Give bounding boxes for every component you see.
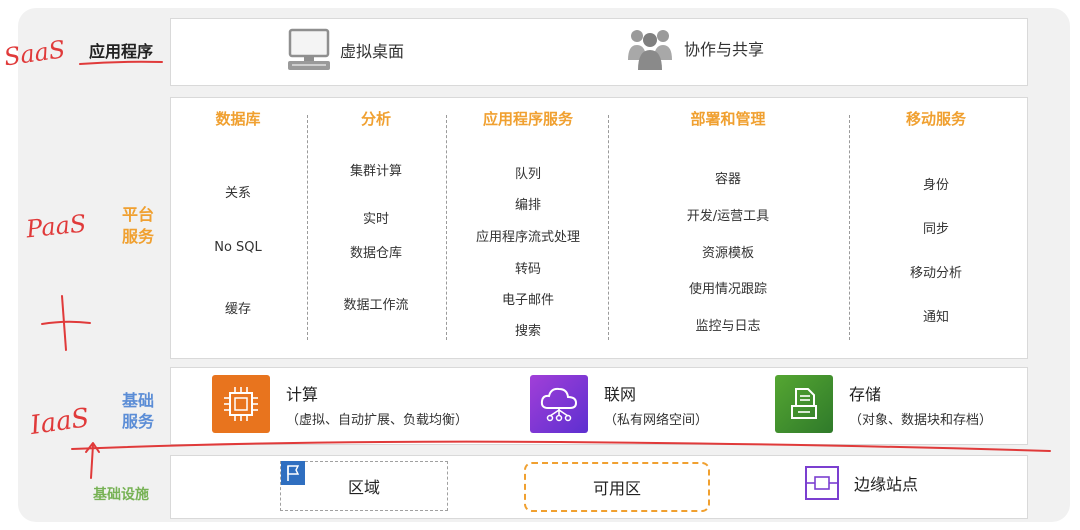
app-services-column-title: 应用程序服务 [482, 110, 573, 128]
virtual-desktop-label: 虚拟桌面 [340, 42, 405, 61]
column-item: 数据工作流 [343, 298, 409, 313]
storage-bucket-icon [791, 388, 817, 419]
people-group-icon [628, 30, 672, 70]
column-item: 移动分析 [909, 266, 962, 281]
networking-sub: （私有网络空间） [604, 412, 709, 428]
edge-location-item: 边缘站点 [804, 465, 918, 501]
column-item: 资源模板 [701, 246, 754, 261]
column-item: 编排 [514, 198, 541, 213]
storage-text: 存储 （对象、数据块和存档） [849, 381, 992, 428]
column-item: 数据仓库 [349, 246, 402, 261]
column-item: 队列 [514, 167, 541, 182]
networking-text: 联网 （私有网络空间） [604, 381, 708, 428]
column-divider [608, 115, 609, 340]
column-item: 身份 [922, 178, 949, 193]
column-item: 搜索 [514, 324, 541, 339]
paas-label-line1: 平台 [121, 205, 154, 224]
region-label: 区域 [347, 478, 380, 497]
column-item: 集群计算 [349, 164, 402, 179]
paas-label-line2: 服务 [121, 227, 154, 246]
infra-row-label: 基础设施 [93, 487, 149, 503]
column-item: 实时 [362, 212, 389, 227]
iaas-label-line2: 服务 [121, 412, 154, 431]
storage-name: 存储 [849, 384, 882, 404]
collaboration-item: 协作与共享 [626, 26, 764, 70]
column-item: 监控与日志 [695, 319, 761, 334]
storage-tile [775, 375, 833, 433]
column-item: 关系 [224, 186, 251, 201]
column-item: No SQL [214, 240, 262, 255]
storage-item: 存储 （对象、数据块和存档） [775, 375, 992, 433]
column-item: 同步 [922, 222, 949, 237]
column-divider [307, 115, 308, 340]
database-column: 数据库 关系 No SQL 缓存 [182, 100, 294, 350]
paas-row-label: 平台 服务 [112, 204, 164, 248]
availability-zone-item: 可用区 [524, 462, 710, 512]
iaas-row-label: 基础 服务 [112, 390, 164, 432]
networking-tile [530, 375, 588, 433]
database-column-title: 数据库 [215, 110, 261, 128]
app-services-column: 应用程序服务 队列 编排 应用程序流式处理 转码 电子邮件 搜索 [456, 100, 600, 350]
column-item: 应用程序流式处理 [475, 230, 580, 245]
availability-zone-label: 可用区 [592, 479, 641, 498]
compute-text: 计算 （虚拟、自动扩展、负载均衡） [286, 381, 468, 428]
analytics-column-title: 分析 [360, 110, 391, 128]
networking-name: 联网 [604, 384, 637, 404]
column-item: 电子邮件 [501, 293, 554, 308]
cloud-service-model-diagram: 应用程序 平台 服务 基础 服务 基础设施 虚拟桌面 协作与共享 数据库 关系 … [0, 0, 1080, 530]
column-item: 使用情况跟踪 [688, 282, 767, 297]
networking-item: 联网 （私有网络空间） [530, 375, 708, 433]
deploy-manage-column: 部署和管理 容器 开发/运营工具 资源模板 使用情况跟踪 监控与日志 [640, 100, 816, 350]
column-item: 转码 [514, 262, 541, 277]
collaboration-label: 协作与共享 [684, 40, 765, 59]
edge-location-label: 边缘站点 [854, 475, 919, 494]
compute-sub: （虚拟、自动扩展、负载均衡） [286, 412, 469, 428]
column-item: 开发/运营工具 [686, 209, 770, 224]
compute-name: 计算 [286, 384, 319, 404]
column-item: 缓存 [224, 302, 251, 317]
column-divider [446, 115, 447, 340]
edge-location-icon [805, 466, 839, 500]
chip-icon [224, 387, 258, 421]
iaas-label-line1: 基础 [121, 391, 154, 410]
deploy-manage-column-title: 部署和管理 [690, 110, 766, 128]
virtual-desktop-item: 虚拟桌面 [288, 28, 404, 72]
compute-tile [212, 375, 270, 433]
storage-sub: （对象、数据块和存档） [849, 412, 993, 428]
saas-row-label: 应用程序 [88, 42, 153, 61]
compute-item: 计算 （虚拟、自动扩展、负载均衡） [212, 375, 468, 433]
mobile-services-column-title: 移动服务 [905, 110, 966, 128]
column-item: 通知 [922, 310, 949, 325]
flag-icon [281, 461, 305, 485]
region-item: 区域 [280, 461, 448, 511]
desktop-icon [288, 28, 330, 70]
analytics-column: 分析 集群计算 实时 数据仓库 数据工作流 [320, 100, 432, 350]
cloud-network-icon [540, 387, 578, 422]
column-item: 容器 [714, 172, 741, 187]
column-divider [849, 115, 850, 340]
mobile-services-column: 移动服务 身份 同步 移动分析 通知 [876, 100, 996, 350]
